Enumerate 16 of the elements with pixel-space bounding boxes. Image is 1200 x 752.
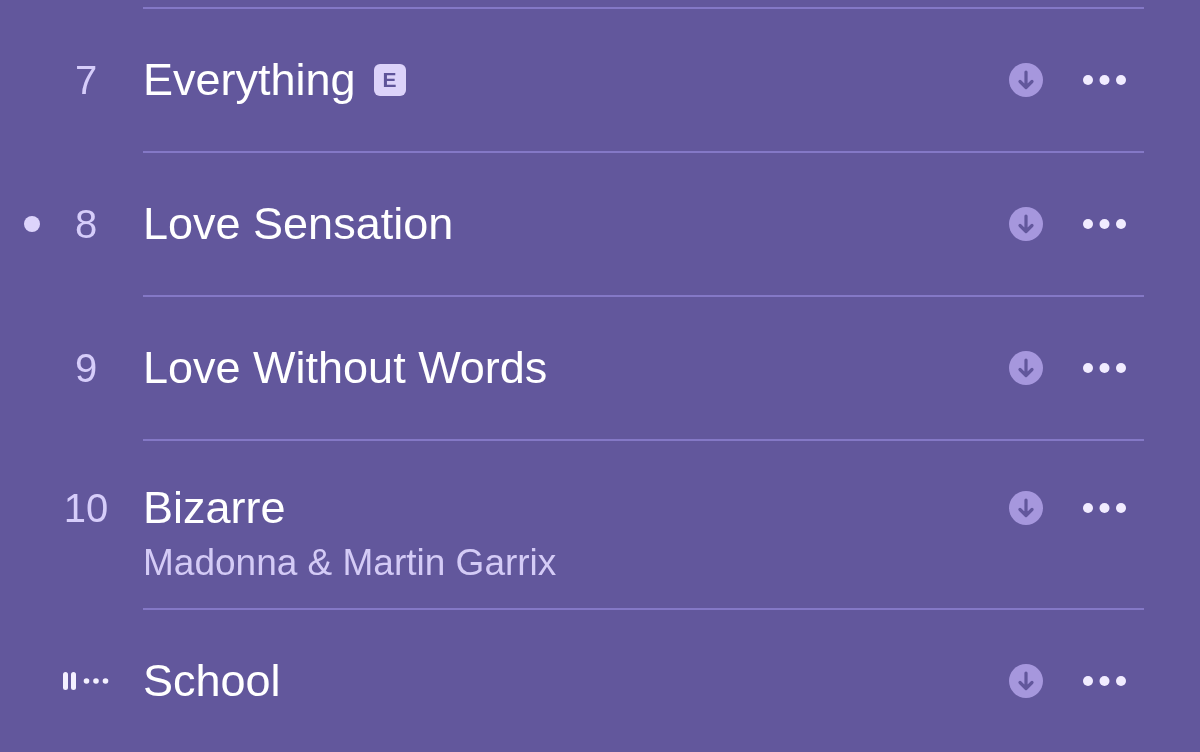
track-number: 10 [63,485,109,532]
track-title: School [143,656,281,706]
track-title: Love Sensation [143,199,454,249]
explicit-badge: E [373,64,406,96]
more-icon[interactable] [1083,503,1126,513]
track-number: 8 [74,201,98,248]
track-artist: Madonna & Martin Garrix [143,542,557,584]
track-title: Bizarre [143,483,286,533]
more-icon[interactable] [1083,363,1126,373]
track-number: 9 [74,345,98,392]
more-icon[interactable] [1083,219,1126,229]
more-icon[interactable] [1083,676,1126,686]
track-title: Love Without Words [143,343,548,393]
track-number: 7 [74,57,98,104]
more-icon[interactable] [1083,75,1126,85]
track-title: Everything [143,55,356,105]
